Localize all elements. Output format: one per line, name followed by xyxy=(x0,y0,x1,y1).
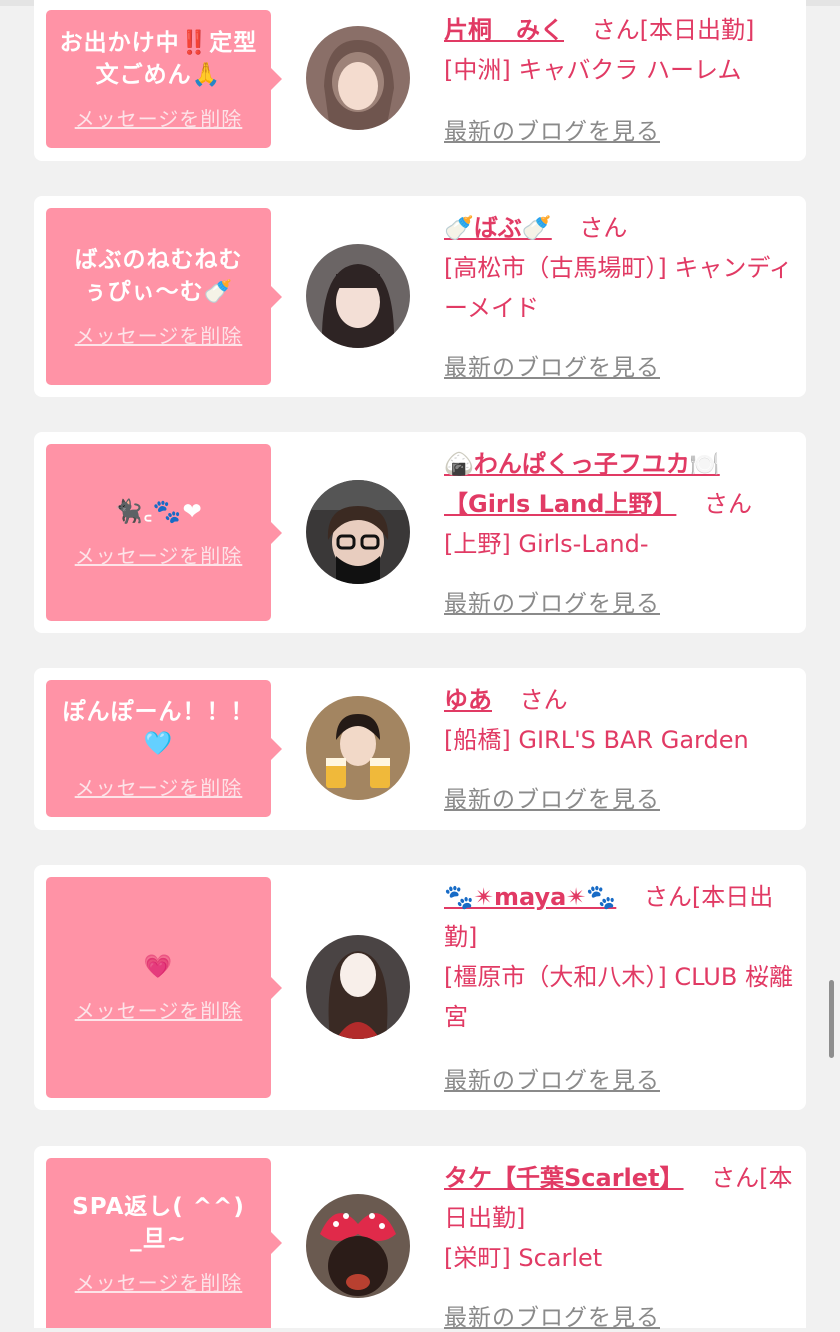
avatar-photo-icon xyxy=(306,480,410,584)
cast-suffix: さん xyxy=(704,490,753,518)
message-bubble: ばぶのねむねむぅぴぃ〜む🍼 メッセージを削除 xyxy=(46,208,282,385)
message-text: お出かけ中‼️定型文ごめん🙏 xyxy=(59,29,258,88)
message-bubble: ぽんぽーん！！！🩵 メッセージを削除 xyxy=(46,680,282,817)
list-item: 💗 メッセージを削除 🐾✴maya✴🐾 さん[本日出勤] [橿原市（大和八木）]… xyxy=(34,865,806,1110)
avatar[interactable] xyxy=(306,26,410,130)
avatar-photo-icon xyxy=(306,935,410,1039)
cast-suffix: さん[本日出勤] xyxy=(591,16,755,44)
blog-link[interactable]: 最新のブログを見る xyxy=(444,780,660,814)
avatar-photo-icon xyxy=(306,1194,410,1298)
message-bubble: SPA返し( ^^) _旦~ メッセージを削除 xyxy=(46,1158,282,1328)
scrollbar[interactable] xyxy=(829,980,834,1058)
shop-name: [中洲] キャバクラ ハーレム xyxy=(444,56,742,84)
avatar-photo-icon xyxy=(306,244,410,348)
shop-name: [船橋] GIRL'S BAR Garden xyxy=(444,726,749,754)
message-text: SPA返し( ^^) _旦~ xyxy=(72,1193,245,1252)
delete-message-link[interactable]: メッセージを削除 xyxy=(75,772,243,801)
cast-info: 🍙わんぱくっ子フユカ🍽️【Girls Land上野】 さん [上野] Girls… xyxy=(444,444,796,564)
cast-name-link[interactable]: 片桐 みく xyxy=(444,16,564,44)
shop-name: [高松市（古馬場町）] キャンディーメイド xyxy=(444,254,793,322)
list-item: お出かけ中‼️定型文ごめん🙏 メッセージを削除 片桐 みく さん[本日出勤] [… xyxy=(34,0,806,161)
message-text: ぽんぽーん！！！🩵 xyxy=(62,699,255,757)
blog-link[interactable]: 最新のブログを見る xyxy=(444,1061,660,1095)
blog-link[interactable]: 最新のブログを見る xyxy=(444,1298,660,1332)
cast-info: 片桐 みく さん[本日出勤] [中洲] キャバクラ ハーレム xyxy=(444,10,796,90)
message-text: 💗 xyxy=(143,954,174,980)
cast-info: 🐾✴maya✴🐾 さん[本日出勤] [橿原市（大和八木）] CLUB 桜離宮 xyxy=(444,877,796,1037)
delete-message-link[interactable]: メッセージを削除 xyxy=(75,103,243,132)
message-bubble: お出かけ中‼️定型文ごめん🙏 メッセージを削除 xyxy=(46,10,282,148)
avatar[interactable] xyxy=(306,244,410,348)
list-item: SPA返し( ^^) _旦~ メッセージを削除 タケ【千葉Scarlet】 さん… xyxy=(34,1146,806,1331)
cast-name-link[interactable]: ゆあ xyxy=(444,686,492,714)
avatar-photo-icon xyxy=(306,26,410,130)
delete-message-link[interactable]: メッセージを削除 xyxy=(75,1267,243,1296)
avatar[interactable] xyxy=(306,1194,410,1298)
cast-name-link[interactable]: タケ【千葉Scarlet】 xyxy=(444,1164,684,1192)
cast-info: ゆあ さん [船橋] GIRL'S BAR Garden xyxy=(444,680,796,760)
avatar-photo-icon xyxy=(306,696,410,800)
delete-message-link[interactable]: メッセージを削除 xyxy=(75,995,243,1024)
cast-suffix: さん xyxy=(519,686,568,714)
cast-name-link[interactable]: 🍙わんぱくっ子フユカ🍽️【Girls Land上野】 xyxy=(444,450,720,518)
message-text: 🐈‍⬛꜀🐾❤ xyxy=(114,499,203,525)
blog-link[interactable]: 最新のブログを見る xyxy=(444,348,660,382)
list-item: ばぶのねむねむぅぴぃ〜む🍼 メッセージを削除 🍼ばぶ🍼 さん [高松市（古馬場町… xyxy=(34,196,806,397)
list-item: 🐈‍⬛꜀🐾❤ メッセージを削除 🍙わんぱくっ子フユカ🍽️【Girls Land上… xyxy=(34,432,806,633)
avatar[interactable] xyxy=(306,480,410,584)
delete-message-link[interactable]: メッセージを削除 xyxy=(75,320,243,349)
shop-name: [橿原市（大和八木）] CLUB 桜離宮 xyxy=(444,963,793,1031)
cast-suffix: さん xyxy=(579,214,628,242)
avatar[interactable] xyxy=(306,935,410,1039)
delete-message-link[interactable]: メッセージを削除 xyxy=(75,540,243,569)
cast-name-link[interactable]: 🍼ばぶ🍼 xyxy=(444,214,552,242)
blog-link[interactable]: 最新のブログを見る xyxy=(444,112,660,146)
list-item: ぽんぽーん！！！🩵 メッセージを削除 ゆあ さん [船橋] GIRL'S BAR… xyxy=(34,668,806,830)
avatar[interactable] xyxy=(306,696,410,800)
cast-name-link[interactable]: 🐾✴maya✴🐾 xyxy=(444,883,616,911)
shop-name: [上野] Girls-Land- xyxy=(444,530,649,558)
blog-link[interactable]: 最新のブログを見る xyxy=(444,584,660,618)
cast-info: タケ【千葉Scarlet】 さん[本日出勤] [栄町] Scarlet xyxy=(444,1158,796,1278)
message-text: ばぶのねむねむぅぴぃ〜む🍼 xyxy=(74,247,243,305)
message-bubble: 🐈‍⬛꜀🐾❤ メッセージを削除 xyxy=(46,444,282,621)
message-bubble: 💗 メッセージを削除 xyxy=(46,877,282,1098)
shop-name: [栄町] Scarlet xyxy=(444,1244,603,1272)
cast-info: 🍼ばぶ🍼 さん [高松市（古馬場町）] キャンディーメイド xyxy=(444,208,796,328)
